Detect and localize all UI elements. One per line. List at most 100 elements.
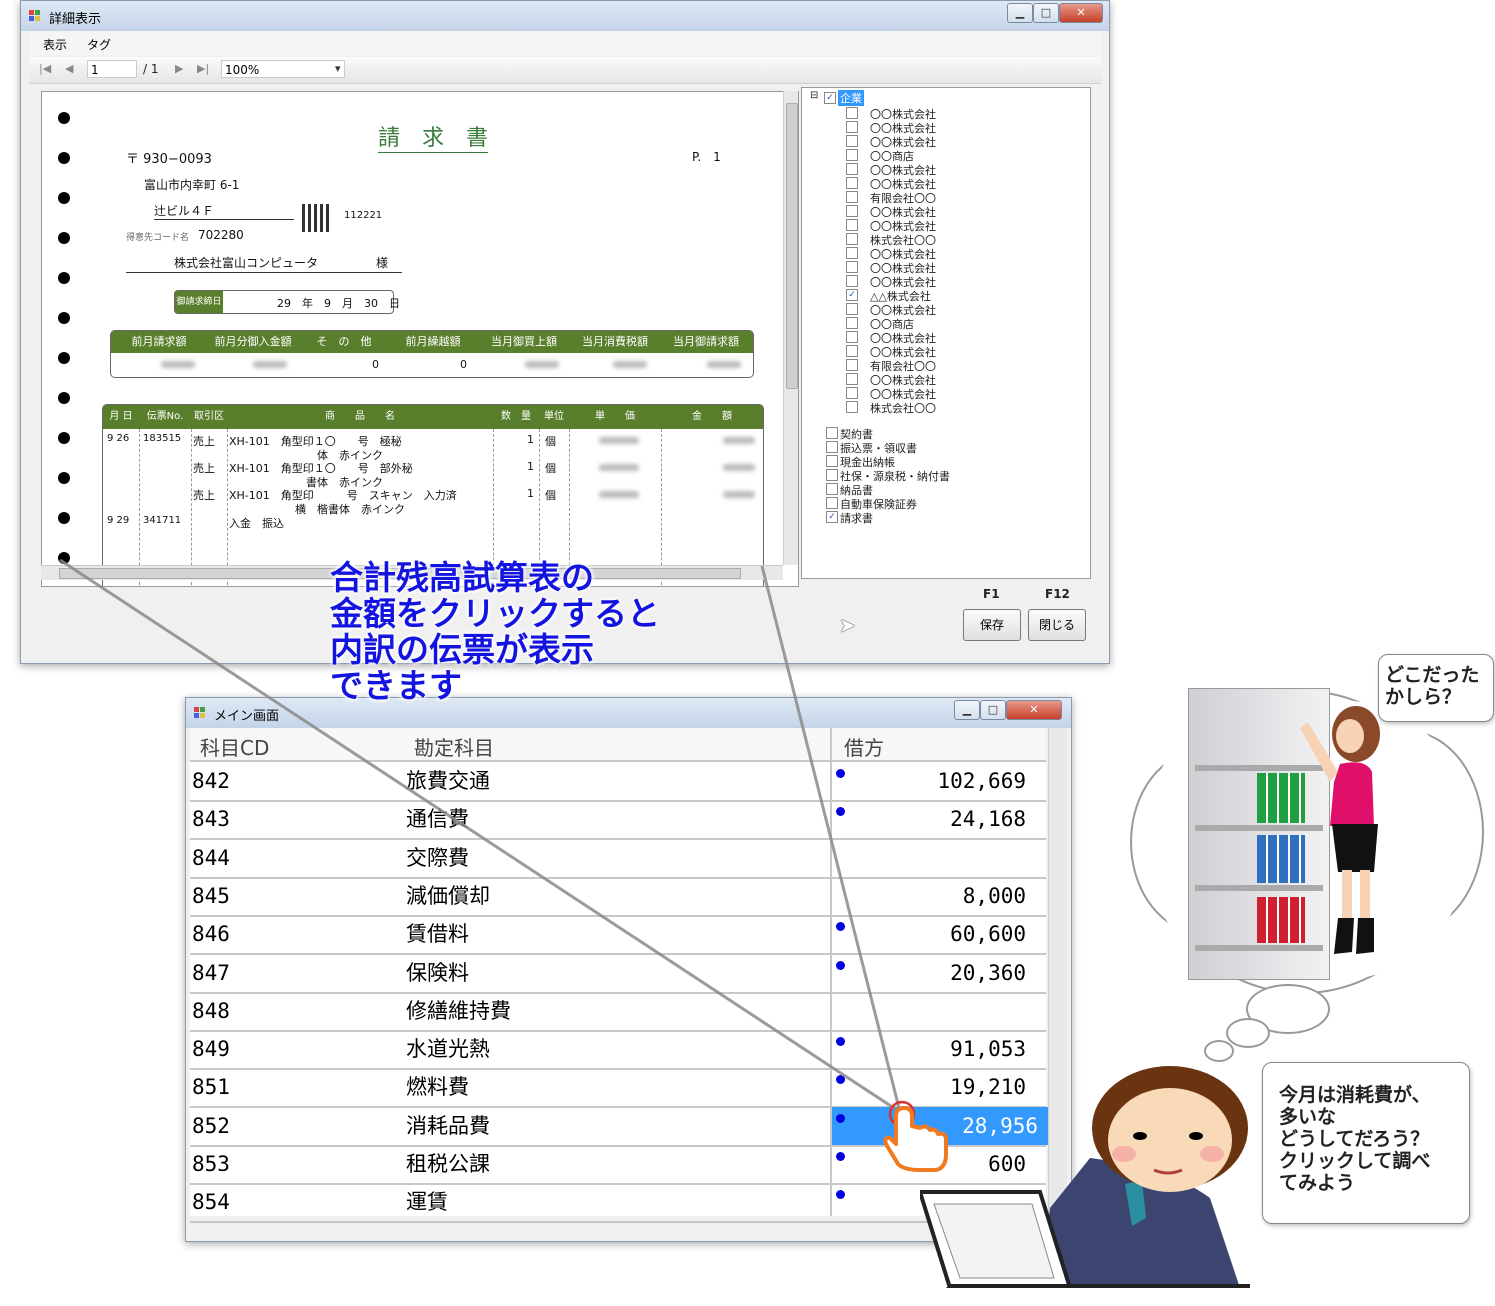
company-checkbox[interactable] (846, 135, 858, 147)
debit-amount[interactable]: 60,600 (832, 915, 1036, 953)
debit-amount[interactable]: 20,360 (832, 954, 1036, 992)
company-checkbox[interactable] (846, 191, 858, 203)
company-checkbox[interactable] (846, 247, 858, 259)
category-checkbox[interactable] (826, 427, 838, 439)
table-row[interactable]: 842 旅費交通 102,669 (190, 762, 1046, 802)
category-label[interactable]: 請求書 (840, 510, 873, 526)
company-checkbox[interactable] (846, 317, 858, 329)
account-name[interactable]: 減価償却 (406, 877, 490, 915)
debit-amount[interactable]: 102,669 (832, 762, 1036, 800)
account-name[interactable]: 交際費 (406, 839, 469, 877)
account-name[interactable]: 租税公課 (406, 1145, 490, 1183)
company-label[interactable]: 株式会社〇〇 (870, 400, 936, 416)
account-name[interactable]: 通信費 (406, 800, 469, 838)
table-row[interactable]: 848 修繕維持費 (190, 992, 1046, 1032)
category-checkbox[interactable] (826, 483, 838, 495)
account-name[interactable]: 運賃 (406, 1183, 448, 1221)
minimize-button[interactable]: ▁ (954, 700, 980, 720)
company-checkbox[interactable] (846, 275, 858, 287)
table-row[interactable]: 845 減価償却 8,000 (190, 877, 1046, 917)
table-row[interactable]: 849 水道光熱 91,053 (190, 1030, 1046, 1071)
page-total: / 1 (143, 62, 159, 76)
maximize-button[interactable]: □ (980, 700, 1006, 720)
category-checkbox[interactable]: ✓ (826, 511, 838, 523)
account-code[interactable]: 845 (192, 877, 230, 915)
debit-amount[interactable] (832, 839, 1036, 877)
account-code[interactable]: 853 (192, 1145, 230, 1183)
save-button[interactable]: 保存 (963, 609, 1021, 641)
tree-root-label[interactable]: 企業 (838, 90, 864, 106)
invoice-preview[interactable]: 請 求 書 〒 930−0093 P. 1 富山市内幸町 6-1 辻ビル４Ｆ 1… (41, 91, 799, 587)
page-number-input[interactable]: 1 (87, 60, 137, 78)
company-checkbox[interactable] (846, 261, 858, 273)
tree-root-checkbox[interactable]: ✓ (824, 92, 836, 104)
table-row[interactable]: 843 通信費 24,168 (190, 800, 1046, 841)
company-checkbox[interactable] (846, 331, 858, 343)
category-checkbox[interactable] (826, 455, 838, 467)
company-checkbox[interactable] (846, 303, 858, 315)
account-code[interactable]: 854 (192, 1183, 230, 1221)
table-row[interactable]: 844 交際費 (190, 839, 1046, 879)
account-code[interactable]: 851 (192, 1068, 230, 1106)
zoom-select[interactable]: 100% (221, 60, 345, 78)
debit-amount[interactable]: 24,168 (832, 800, 1036, 838)
debit-amount[interactable] (832, 992, 1036, 1030)
chevron-down-icon[interactable]: ▾ (335, 62, 341, 75)
account-name[interactable]: 燃料費 (406, 1068, 469, 1106)
account-code[interactable]: 849 (192, 1030, 230, 1068)
tree-expander[interactable]: ⊟ (810, 90, 818, 101)
account-code[interactable]: 847 (192, 954, 230, 992)
account-code[interactable]: 842 (192, 762, 230, 800)
maximize-button[interactable]: □ (1033, 3, 1059, 23)
category-checkbox[interactable] (826, 469, 838, 481)
company-checkbox[interactable] (846, 121, 858, 133)
debit-amount[interactable]: 8,000 (832, 877, 1036, 915)
account-name[interactable]: 水道光熱 (406, 1030, 490, 1068)
category-checkbox[interactable] (826, 441, 838, 453)
menu-view[interactable]: 表示 (43, 36, 67, 53)
company-checkbox[interactable] (846, 233, 858, 245)
table-row[interactable]: 846 賃借料 60,600 (190, 915, 1046, 956)
minimize-button[interactable]: ▁ (1007, 3, 1033, 23)
company-checkbox[interactable] (846, 373, 858, 385)
header-code[interactable]: 科目CD (200, 732, 269, 762)
company-checkbox[interactable]: ✓ (846, 289, 858, 301)
prev-page-icon[interactable]: ◀ (65, 62, 73, 75)
table-row[interactable]: 847 保険料 20,360 (190, 954, 1046, 994)
account-name[interactable]: 保険料 (406, 954, 469, 992)
account-code[interactable]: 846 (192, 915, 230, 953)
company-checkbox[interactable] (846, 219, 858, 231)
next-page-icon[interactable]: ▶ (175, 62, 183, 75)
close-button[interactable]: ✕ (1059, 3, 1103, 23)
company-checkbox[interactable] (846, 107, 858, 119)
account-code[interactable]: 843 (192, 800, 230, 838)
last-page-icon[interactable]: ▶| (197, 62, 209, 75)
account-code[interactable]: 844 (192, 839, 230, 877)
company-checkbox[interactable] (846, 163, 858, 175)
account-name[interactable]: 旅費交通 (406, 762, 490, 800)
header-account[interactable]: 勘定科目 (414, 732, 494, 762)
first-page-icon[interactable]: |◀ (39, 62, 51, 75)
menu-tag[interactable]: タグ (87, 36, 111, 53)
account-name[interactable]: 修繕維持費 (406, 992, 511, 1030)
account-name[interactable]: 賃借料 (406, 915, 469, 953)
scroll-thumb[interactable] (786, 103, 798, 389)
company-checkbox[interactable] (846, 149, 858, 161)
close-dialog-button[interactable]: 閉じる (1028, 609, 1086, 641)
table-row[interactable]: 854 運賃 (190, 1183, 1046, 1224)
header-debit[interactable]: 借方 (844, 732, 884, 762)
company-checkbox[interactable] (846, 387, 858, 399)
account-name[interactable]: 消耗品費 (406, 1107, 490, 1145)
company-checkbox[interactable] (846, 205, 858, 217)
preview-vertical-scrollbar[interactable] (783, 91, 798, 565)
close-button[interactable]: ✕ (1006, 700, 1062, 720)
company-checkbox[interactable] (846, 177, 858, 189)
category-checkbox[interactable] (826, 497, 838, 509)
blurred-value (253, 361, 287, 368)
category-tree[interactable]: ⊟ ✓ 企業 〇〇株式会社 〇〇株式会社 〇〇株式会社 〇〇商店 〇〇株式会社 〇〇株式会… (801, 87, 1091, 579)
company-checkbox[interactable] (846, 359, 858, 371)
company-checkbox[interactable] (846, 401, 858, 413)
company-checkbox[interactable] (846, 345, 858, 357)
account-code[interactable]: 848 (192, 992, 230, 1030)
account-code[interactable]: 852 (192, 1107, 230, 1145)
